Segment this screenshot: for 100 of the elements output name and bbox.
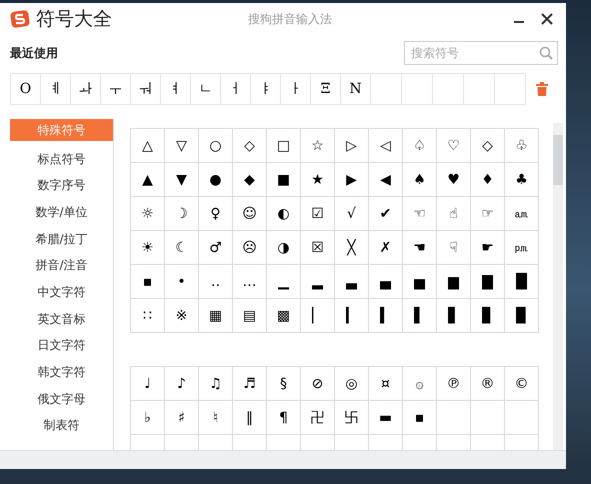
symbol-key[interactable]: ✗	[369, 231, 402, 264]
symbol-key[interactable]: ▼	[165, 163, 198, 196]
symbol-key[interactable]: ☚	[403, 231, 436, 264]
symbol-key[interactable]: ☑	[301, 197, 334, 230]
symbol-key[interactable]: ☾	[165, 231, 198, 264]
symbol-key[interactable]: ◇	[233, 129, 266, 162]
symbol-key[interactable]: ♂	[199, 231, 232, 264]
symbol-key[interactable]: 卍	[301, 401, 334, 434]
symbol-key[interactable]: ☹	[233, 231, 266, 264]
symbol-key[interactable]: 卐	[335, 401, 368, 434]
symbol-key[interactable]: ☛	[471, 231, 504, 264]
scrollbar[interactable]	[553, 123, 563, 450]
symbol-key[interactable]: ☆	[301, 129, 334, 162]
symbol-key[interactable]: ©	[505, 367, 538, 400]
symbol-key[interactable]: ▎	[335, 299, 368, 332]
search-icon[interactable]	[539, 46, 553, 60]
symbol-key[interactable]: ♡	[437, 129, 470, 162]
symbol-key[interactable]: █	[505, 265, 538, 298]
category-tab[interactable]: 拼音/注音	[10, 252, 113, 280]
category-tab[interactable]: 数字序号	[10, 172, 113, 200]
symbol-key[interactable]: ☼	[131, 197, 164, 230]
symbol-key[interactable]: ♭	[131, 401, 164, 434]
symbol-key[interactable]: ‖	[233, 401, 266, 434]
symbol-key[interactable]: ◇	[471, 129, 504, 162]
symbol-key[interactable]: ◁	[369, 129, 402, 162]
symbol-key[interactable]: ※	[165, 299, 198, 332]
symbol-key[interactable]: ▪	[131, 265, 164, 298]
symbol-key[interactable]: …	[233, 265, 266, 298]
category-tab[interactable]: 英文音标	[10, 306, 113, 332]
symbol-key[interactable]: ▅	[403, 265, 436, 298]
symbol-key[interactable]: ▲	[131, 163, 164, 196]
symbol-key[interactable]: ◆	[233, 163, 266, 196]
symbol-key[interactable]: ♤	[403, 129, 436, 162]
symbol-key[interactable]: ◎	[335, 367, 368, 400]
symbol-key[interactable]: ♩	[131, 367, 164, 400]
symbol-key[interactable]: ▷	[335, 129, 368, 162]
category-tab[interactable]: 希腊/拉丁	[10, 226, 113, 252]
symbol-key[interactable]: ♦	[471, 163, 504, 196]
category-tab[interactable]: 数学/单位	[10, 199, 113, 226]
symbol-key[interactable]: ✔	[369, 197, 402, 230]
category-tab[interactable]: 制表符	[10, 412, 113, 440]
symbol-key[interactable]: ۞	[403, 367, 436, 400]
symbol-key[interactable]: ¤	[369, 367, 402, 400]
symbol-key[interactable]: ◑	[267, 231, 300, 264]
symbol-key[interactable]: ㏂	[505, 197, 538, 230]
category-tab[interactable]: 中文字符	[10, 279, 113, 306]
symbol-key[interactable]: ¶	[267, 401, 300, 434]
symbol-key[interactable]: ◀	[369, 163, 402, 196]
symbol-key[interactable]: ☒	[301, 231, 334, 264]
symbol-key[interactable]: ∷	[131, 299, 164, 332]
symbol-key[interactable]: ®	[471, 367, 504, 400]
symbol-key[interactable]: ◐	[267, 197, 300, 230]
symbol-key[interactable]: ▏	[301, 299, 334, 332]
category-tab[interactable]: 标点符号	[10, 146, 113, 172]
symbol-key[interactable]: ♥	[437, 163, 470, 196]
symbol-key[interactable]: ▌	[403, 299, 436, 332]
symbol-key[interactable]: ㏘	[505, 231, 538, 264]
symbol-key[interactable]: ▬	[369, 401, 402, 434]
close-icon[interactable]	[541, 13, 553, 25]
symbol-key[interactable]: ☜	[403, 197, 436, 230]
symbol-key[interactable]: ╳	[335, 231, 368, 264]
symbol-key[interactable]: ♪	[165, 367, 198, 400]
symbol-key[interactable]: ▋	[437, 299, 470, 332]
symbol-key[interactable]: ♯	[165, 401, 198, 434]
symbol-key[interactable]: ▊	[471, 299, 504, 332]
symbol-key[interactable]: ▤	[233, 299, 266, 332]
symbol-key[interactable]: ♀	[199, 197, 232, 230]
symbol-key[interactable]: ⊘	[301, 367, 334, 400]
search-field[interactable]: 搜索符号	[404, 41, 558, 65]
symbol-key[interactable]: ▂	[301, 265, 334, 298]
symbol-key[interactable]: ■	[267, 163, 300, 196]
symbol-key[interactable]: ▶	[335, 163, 368, 196]
category-tab[interactable]: 日文字符	[10, 332, 113, 360]
symbol-key[interactable]: ☀	[131, 231, 164, 264]
symbol-key[interactable]: ♬	[233, 367, 266, 400]
symbol-key[interactable]: ☽	[165, 197, 198, 230]
symbol-key[interactable]: ★	[301, 163, 334, 196]
symbol-key[interactable]: ☺	[233, 197, 266, 230]
symbol-key[interactable]: ▩	[267, 299, 300, 332]
symbol-key[interactable]: ▇	[471, 265, 504, 298]
symbol-key[interactable]: ▁	[267, 265, 300, 298]
symbol-key[interactable]: ♫	[199, 367, 232, 400]
symbol-key[interactable]: ☝	[437, 197, 470, 230]
symbol-key[interactable]: ♧	[505, 129, 538, 162]
symbol-key[interactable]: ♣	[505, 163, 538, 196]
symbol-key[interactable]: ♠	[403, 163, 436, 196]
symbol-key[interactable]: ℗	[437, 367, 470, 400]
symbol-key[interactable]: △	[131, 129, 164, 162]
symbol-key[interactable]: ♮	[199, 401, 232, 434]
category-tab[interactable]: 韩文字符	[10, 359, 113, 386]
symbol-key[interactable]: √	[335, 197, 368, 230]
symbol-key[interactable]: ▄	[369, 265, 402, 298]
symbol-key[interactable]: ▽	[165, 129, 198, 162]
symbol-key[interactable]: ▆	[437, 265, 470, 298]
symbol-key[interactable]: §	[267, 367, 300, 400]
symbol-key[interactable]: ☟	[437, 231, 470, 264]
symbol-key[interactable]: □	[267, 129, 300, 162]
symbol-key[interactable]: ○	[199, 129, 232, 162]
symbol-key[interactable]: ☞	[471, 197, 504, 230]
category-tab[interactable]: 俄文字母	[10, 386, 113, 413]
